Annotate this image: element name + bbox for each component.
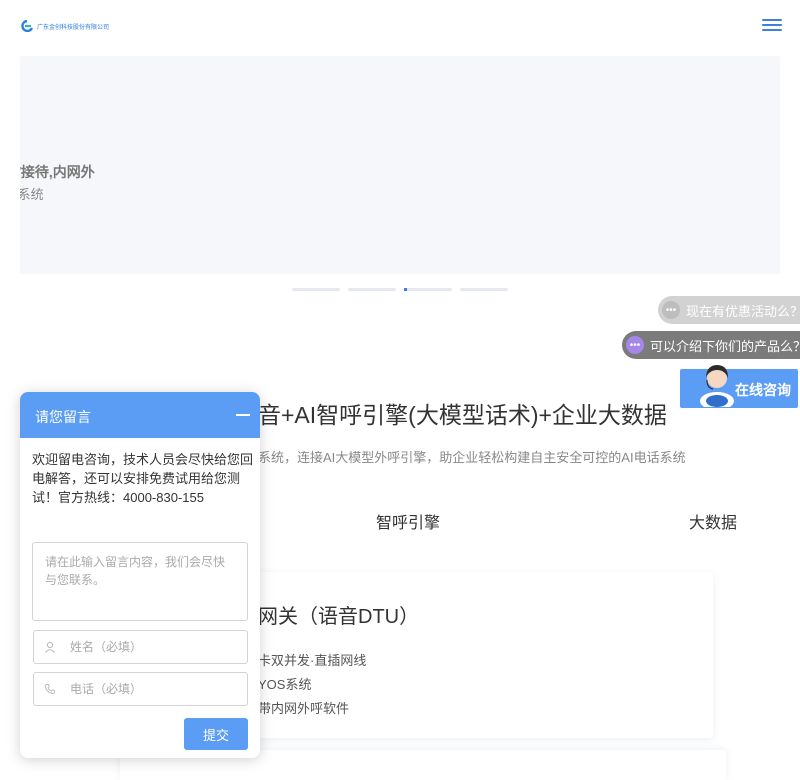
name-field[interactable] <box>33 630 248 664</box>
carousel-dot-4[interactable] <box>460 288 508 291</box>
site-logo[interactable]: 广东金创科技股份有限公司 <box>20 20 109 32</box>
section-title: 音+AI智呼引擎(大模型话术)+企业大数据 <box>258 402 667 428</box>
quick-question-text: 可以介绍下你们的产品么？ <box>650 338 800 354</box>
tab-ai-engine[interactable]: 智呼引擎 <box>376 509 440 533</box>
customer-service-agent-icon <box>700 365 734 407</box>
message-content-input[interactable] <box>32 542 248 621</box>
product-feature: 卡双并发·直插网线 <box>258 653 367 668</box>
phone-field[interactable] <box>33 672 248 706</box>
banner-headline: /接待,内网外 <box>20 164 95 180</box>
hero-banner: /接待,内网外 :系统 <box>20 56 780 274</box>
online-consult-label: 在线咨询 <box>735 382 791 398</box>
leave-message-title: 请您留言 <box>35 409 91 425</box>
quick-question-text: 现在有优惠活动么？ <box>686 303 800 319</box>
leave-message-widget: 请您留言 欢迎留电咨询，技术人员会尽快给您回电解答，还可以安排免费试用给您测试！… <box>20 392 260 758</box>
quick-question-promotion[interactable]: ••• 现在有优惠活动么？ <box>658 296 800 324</box>
online-consult-button[interactable]: 在线咨询 <box>680 365 798 408</box>
carousel-dot-2[interactable] <box>348 288 396 291</box>
banner-subline: :系统 <box>20 187 44 202</box>
quick-question-products[interactable]: ••• 可以介绍下你们的产品么？ <box>622 331 800 359</box>
leave-message-header: 请您留言 <box>20 392 260 438</box>
logo-mark-icon <box>21 20 34 32</box>
carousel-indicators <box>292 288 508 291</box>
hamburger-icon[interactable] <box>762 18 782 38</box>
carousel-dot-1[interactable] <box>292 288 340 291</box>
logo-text: 广东金创科技股份有限公司 <box>37 24 110 31</box>
chat-bubble-icon: ••• <box>662 301 680 319</box>
section-subtitle: 系统，连接AI大模型外呼引擎，助企业轻松构建自主安全可控的AI电话系统 <box>258 450 686 465</box>
submit-button[interactable]: 提交 <box>184 718 248 750</box>
chat-bubble-icon: ••• <box>626 336 644 354</box>
site-header: 广东金创科技股份有限公司 <box>0 0 800 56</box>
product-card-title: 网关（语音DTU） <box>258 606 420 628</box>
user-icon <box>45 641 55 653</box>
product-feature: YOS系统 <box>258 677 312 692</box>
phone-input[interactable] <box>68 681 238 697</box>
minimize-icon[interactable] <box>236 414 250 416</box>
carousel-dot-3[interactable] <box>404 288 452 291</box>
phone-icon <box>45 684 55 694</box>
name-input[interactable] <box>68 639 238 655</box>
product-feature: 带内网外呼软件 <box>258 701 350 716</box>
tab-big-data[interactable]: 大数据 <box>689 509 737 533</box>
leave-message-intro: 欢迎留电咨询，技术人员会尽快给您回电解答，还可以安排免费试用给您测试！官方热线：… <box>32 452 254 505</box>
